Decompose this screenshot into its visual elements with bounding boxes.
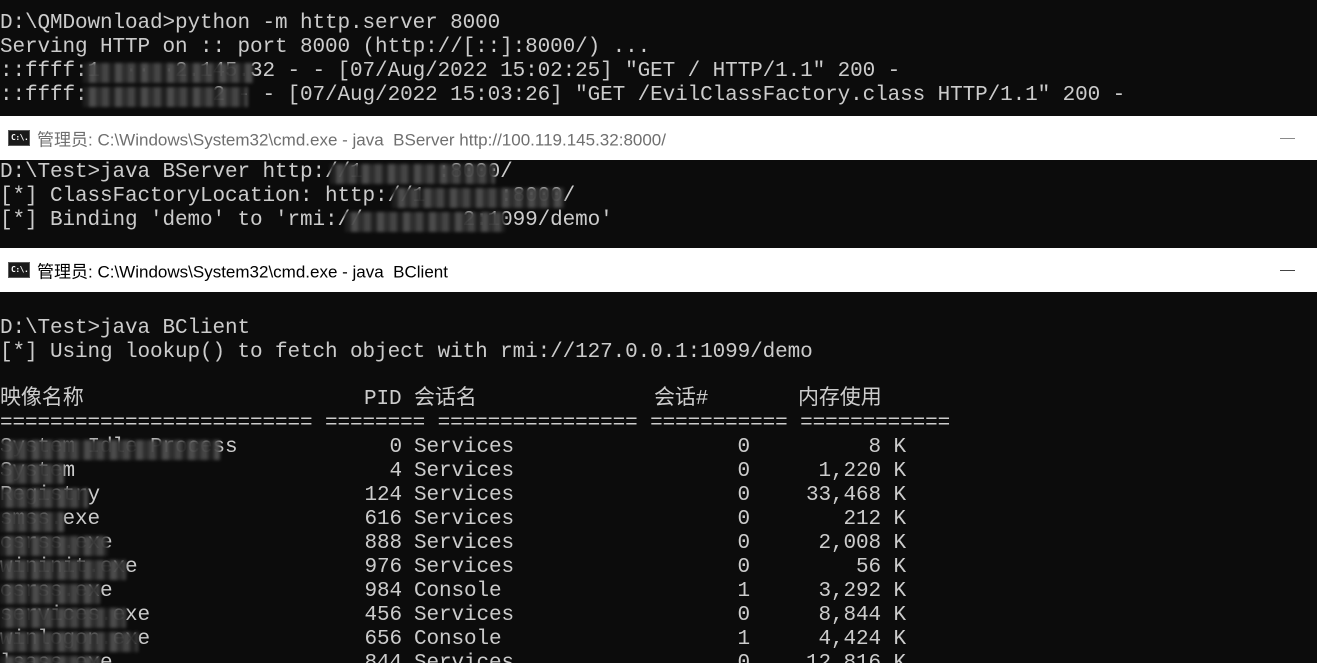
cmd-icon: C:\. (8, 130, 30, 146)
console-line: ::ffff:1 ·· ·2.145.32 - - [07/Aug/2022 1… (0, 60, 901, 83)
console-line: D:\Test>java BServer http://1 :8000/ (0, 161, 513, 184)
process-pid: 656 (364, 628, 402, 651)
process-name: winlogon.exe (0, 628, 151, 651)
process-session-num: 0 (612, 652, 750, 663)
process-session: Console (414, 580, 502, 603)
process-session-num: 0 (737, 460, 750, 483)
window-title: 管理员: C:\Windows\System32\cmd.exe - java … (37, 130, 666, 150)
console-line: [*] ClassFactoryLocation: http://1 :8000… (0, 185, 576, 208)
process-memory: 2,008 K (818, 532, 906, 555)
process-session-num: 1 (737, 580, 750, 603)
process-memory: 3,292 K (818, 580, 906, 603)
process-memory: 4,424 K (818, 628, 906, 651)
process-pid: 456 (364, 604, 402, 627)
process-pid: 984 (364, 580, 402, 603)
process-pid: 844 (300, 652, 402, 663)
process-session-num: 0 (737, 436, 750, 459)
bserver-console[interactable]: D:\Test>java BServer http://1 :8000/ [*]… (0, 160, 1317, 248)
process-name: csrss.exe (0, 580, 113, 603)
process-memory: 56 K (855, 556, 906, 579)
console-line: [*] Using lookup() to fetch object with … (0, 341, 813, 364)
process-memory: 8 K (868, 436, 906, 459)
tasklist-header-session: 会话名 (414, 388, 477, 411)
process-session: Console (414, 628, 502, 651)
window-title: 管理员: C:\Windows\System32\cmd.exe - java … (37, 262, 448, 282)
process-session: Services (414, 652, 604, 663)
process-name: System (0, 460, 76, 483)
process-name: Registry (0, 484, 101, 507)
process-memory: 8,844 K (818, 604, 906, 627)
process-session: Services (414, 604, 515, 627)
tasklist-header-pid: PID (364, 388, 402, 411)
python-console[interactable]: D:\QMDownload>python -m http.server 8000… (0, 0, 1317, 116)
process-memory: 12,816 K (760, 652, 906, 663)
process-pid: 0 (389, 436, 402, 459)
bserver-titlebar[interactable]: C:\. 管理员: C:\Windows\System32\cmd.exe - … (0, 116, 1317, 160)
cmd-icon: C:\. (8, 262, 30, 278)
process-memory: 1,220 K (818, 460, 906, 483)
console-line: [*] Binding 'demo' to 'rmi:// 2:1099/dem… (0, 209, 613, 232)
process-session: Services (414, 436, 515, 459)
console-line: D:\QMDownload>python -m http.server 8000 (0, 12, 501, 35)
process-session-num: 1 (737, 628, 750, 651)
process-name: lsass.exe (0, 652, 290, 663)
process-session: Services (414, 532, 515, 555)
tasklist-header-name: 映像名称 (0, 388, 84, 411)
console-line: Serving HTTP on :: port 8000 (http://[::… (0, 36, 651, 59)
bclient-console[interactable]: D:\Test>java BClient [*] Using lookup() … (0, 292, 1317, 663)
process-name: smss.exe (0, 508, 101, 531)
minimize-button[interactable] (1280, 138, 1295, 139)
process-session: Services (414, 484, 515, 507)
process-name: System Idle Process (0, 436, 238, 459)
process-session-num: 0 (737, 484, 750, 507)
process-session: Services (414, 508, 515, 531)
process-session-num: 0 (737, 508, 750, 531)
bclient-titlebar[interactable]: C:\. 管理员: C:\Windows\System32\cmd.exe - … (0, 248, 1317, 292)
process-memory: 212 K (843, 508, 906, 531)
tasklist-header-mem: 内存使用 (798, 388, 882, 411)
minimize-button[interactable] (1280, 270, 1295, 271)
process-pid: 976 (364, 556, 402, 579)
process-pid: 888 (364, 532, 402, 555)
process-session-num: 0 (737, 532, 750, 555)
process-session-num: 0 (737, 556, 750, 579)
process-session: Services (414, 556, 515, 579)
process-name: csrss.exe (0, 532, 113, 555)
console-line: ::ffff: 2 - - [07/Aug/2022 15:03:26] "GE… (0, 84, 1126, 107)
process-session-num: 0 (737, 604, 750, 627)
process-name: services.exe (0, 604, 151, 627)
process-pid: 616 (364, 508, 402, 531)
process-pid: 4 (389, 460, 402, 483)
tasklist-separator: ========================= ======== =====… (0, 412, 951, 435)
process-memory: 33,468 K (805, 484, 906, 507)
process-pid: 124 (364, 484, 402, 507)
process-name: wininit.exe (0, 556, 138, 579)
console-line: D:\Test>java BClient (0, 317, 251, 340)
tasklist-header-session-num: 会话# (654, 388, 709, 411)
process-session: Services (414, 460, 515, 483)
